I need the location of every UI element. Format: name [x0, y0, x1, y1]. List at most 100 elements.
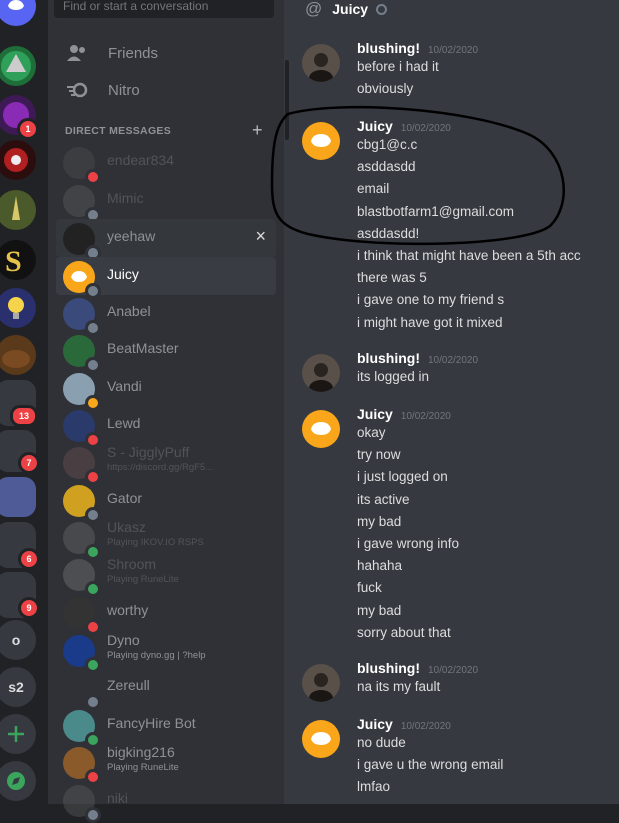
message-avatar[interactable]: [302, 44, 340, 82]
dm-item-fancyhire-bot[interactable]: FancyHire Bot: [56, 706, 276, 748]
nav-label: Nitro: [108, 81, 140, 99]
direct-messages-header: DIRECT MESSAGES: [65, 125, 172, 137]
dm-item-mimic[interactable]: Mimic: [56, 181, 276, 223]
message-avatar[interactable]: [302, 354, 340, 392]
server-icon[interactable]: [0, 477, 36, 517]
server-icon[interactable]: [0, 190, 36, 230]
message-author[interactable]: blushing! 10/02/2020: [357, 40, 478, 56]
dm-item-anabel[interactable]: Anabel: [56, 294, 276, 336]
dm-item-zereull[interactable]: Zereull: [56, 668, 276, 710]
message-text: its logged in: [357, 369, 430, 384]
author-name[interactable]: blushing!: [357, 40, 420, 56]
message-author[interactable]: blushing! 10/02/2020: [357, 660, 478, 676]
message-text: i gave u the wrong email: [357, 757, 504, 773]
server-art-icon: [1, 51, 31, 81]
dm-item-ukasz[interactable]: Ukasz Playing IKOV.IO RSPS: [56, 518, 276, 560]
message-text: i might have got it mixed: [357, 314, 503, 330]
message-timestamp: 10/02/2020: [400, 721, 451, 732]
dm-name: FancyHire Bot: [107, 715, 196, 731]
dm-item-niki[interactable]: niki: [56, 781, 276, 823]
message-text: i gave wrong info: [357, 536, 460, 551]
dm-item-yeehaw[interactable]: yeehaw ×: [56, 219, 276, 261]
nitro-icon: [66, 82, 90, 98]
dm-activity: Playing RuneLite: [107, 574, 179, 585]
message-timestamp: 10/02/2020: [428, 665, 479, 676]
message-text: na its my fault: [357, 679, 441, 694]
message-avatar[interactable]: [302, 410, 340, 448]
nav-nitro[interactable]: Nitro: [56, 72, 276, 108]
dm-name: Zereull: [107, 677, 150, 693]
author-name[interactable]: blushing!: [357, 660, 420, 676]
dm-item-endear834[interactable]: endear834: [56, 143, 276, 185]
user-photo-icon: [309, 363, 333, 392]
message-text: i gave one to my friend s: [357, 292, 505, 308]
message-author[interactable]: blushing! 10/02/2020: [357, 350, 478, 366]
dm-item-vandi[interactable]: Vandi: [56, 369, 276, 411]
server-icon[interactable]: S: [0, 240, 36, 280]
dm-activity: https://discord.gg/RgF5...: [107, 462, 214, 473]
message-text: i just logged on: [357, 469, 448, 485]
search-input[interactable]: Find or start a conversation: [54, 0, 274, 18]
annotation-circle-icon: [270, 105, 565, 246]
dm-item-worthy[interactable]: worthy: [56, 593, 276, 635]
author-name[interactable]: blushing!: [357, 350, 420, 366]
server-icon[interactable]: [0, 46, 36, 86]
message-text: its active: [357, 491, 410, 507]
message-text: before i had it: [357, 59, 439, 74]
dm-name: bigking216: [107, 744, 175, 760]
channel-header: @ Juicy: [305, 0, 388, 19]
server-icon[interactable]: [0, 140, 36, 180]
dm-item-juicy[interactable]: Juicy: [56, 257, 276, 299]
dm-item-gator[interactable]: Gator: [56, 481, 276, 523]
author-name[interactable]: Juicy: [357, 406, 393, 422]
message-text: try now: [357, 447, 401, 463]
dm-name: Anabel: [107, 303, 151, 319]
discord-logo-icon: [311, 732, 331, 745]
close-dm-icon[interactable]: ×: [255, 226, 266, 246]
dm-item-dyno[interactable]: Dyno Playing dyno.gg | ?help: [56, 631, 276, 673]
message-text: my bad: [357, 513, 402, 529]
message-text: my bad: [357, 602, 402, 618]
nav-friends[interactable]: Friends: [56, 35, 276, 71]
at-icon: @: [305, 0, 323, 18]
server-icon[interactable]: s2: [0, 667, 36, 707]
dm-item-beatmaster[interactable]: BeatMaster: [56, 331, 276, 373]
server-icon[interactable]: o: [0, 620, 36, 660]
message-timestamp: 10/02/2020: [400, 411, 451, 422]
dm-name: yeehaw: [107, 228, 156, 244]
dm-activity: Playing RuneLite: [107, 762, 179, 773]
dm-item-bigking216[interactable]: bigking216 Playing RuneLite: [56, 743, 276, 785]
status-offline-icon: [376, 3, 388, 15]
message-author[interactable]: Juicy 10/02/2020: [357, 406, 451, 422]
discord-logo-icon: [8, 0, 24, 10]
dm-name: Lewd: [107, 415, 141, 431]
create-dm-button[interactable]: +: [252, 120, 263, 140]
nav-label: Friends: [108, 44, 159, 62]
dm-name: S - JigglyPuff: [107, 444, 190, 460]
server-icon[interactable]: [0, 335, 36, 375]
message-avatar[interactable]: [302, 664, 340, 702]
dm-item-s-jigglypuff[interactable]: S - JigglyPuff https://discord.gg/RgF5...: [56, 443, 276, 485]
server-art-icon: [4, 148, 28, 172]
dm-name: endear834: [107, 152, 174, 168]
discord-logo-icon: [311, 422, 331, 435]
dm-name: Ukasz: [107, 519, 146, 535]
dm-name: BeatMaster: [107, 340, 179, 356]
server-icon[interactable]: [0, 288, 36, 328]
server-art-icon: [2, 350, 30, 368]
dm-name: worthy: [107, 602, 149, 618]
unread-badge: 7: [18, 452, 40, 474]
server-list: 1 S 13 7 6 9 o s2: [0, 0, 48, 804]
author-name[interactable]: Juicy: [357, 716, 393, 732]
home-button[interactable]: [0, 0, 36, 26]
channel-name: Juicy: [332, 1, 369, 17]
unread-badge: 9: [18, 597, 40, 619]
server-art-icon: [12, 196, 20, 220]
dm-item-lewd[interactable]: Lewd: [56, 406, 276, 448]
add-server-button[interactable]: [0, 714, 36, 754]
message-author[interactable]: Juicy 10/02/2020: [357, 716, 451, 732]
plus-icon: [8, 726, 24, 742]
dm-item-shroom[interactable]: Shroom Playing RuneLite: [56, 555, 276, 597]
message-avatar[interactable]: [302, 720, 340, 758]
explore-servers-button[interactable]: [0, 761, 36, 801]
